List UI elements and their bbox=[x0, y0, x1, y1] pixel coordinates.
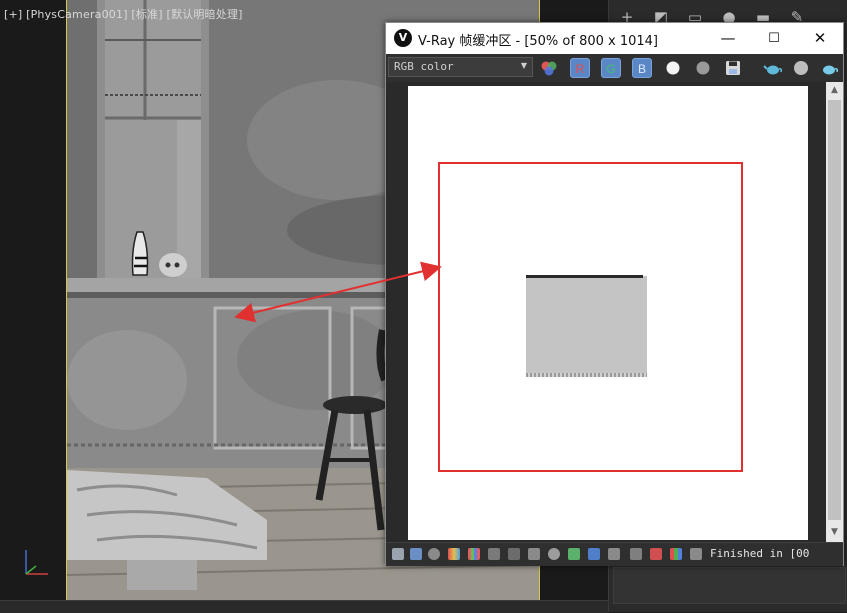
render-status: Finished in [00 bbox=[710, 547, 810, 560]
teapot-icon[interactable] bbox=[763, 58, 783, 78]
hdr-sphere-icon[interactable] bbox=[791, 58, 811, 78]
close-button[interactable]: ✕ bbox=[797, 23, 843, 54]
scroll-thumb[interactable] bbox=[828, 100, 841, 520]
color-balls-icon[interactable] bbox=[539, 58, 559, 78]
scroll-up-icon[interactable]: ▲ bbox=[826, 82, 843, 99]
lens-effects-icon[interactable] bbox=[548, 548, 560, 560]
color-correction-icon[interactable] bbox=[448, 548, 460, 560]
chevron-down-icon: ▼ bbox=[520, 61, 527, 70]
axis-gizmo bbox=[25, 550, 48, 575]
green-channel-button[interactable]: G bbox=[601, 58, 621, 78]
region-render-icon[interactable] bbox=[568, 548, 580, 560]
histogram-icon[interactable] bbox=[508, 548, 520, 560]
red-channel-button[interactable]: R bbox=[570, 58, 590, 78]
compare-icon[interactable] bbox=[608, 548, 620, 560]
lut-icon[interactable] bbox=[468, 548, 480, 560]
history-icon[interactable] bbox=[410, 548, 422, 560]
minimize-button[interactable]: — bbox=[705, 23, 751, 54]
grey-sphere-icon[interactable] bbox=[693, 58, 713, 78]
teapot-render-icon[interactable] bbox=[819, 58, 839, 78]
window-title: V-Ray 帧缓冲区 - [50% of 800 x 1014] bbox=[418, 34, 659, 49]
ab-split-icon[interactable] bbox=[650, 548, 662, 560]
vray-frame-buffer-window[interactable]: V V-Ray 帧缓冲区 - [50% of 800 x 1014] — ☐ ✕… bbox=[385, 22, 844, 566]
settings-icon[interactable] bbox=[690, 548, 702, 560]
viewport-label[interactable]: [+] [PhysCamera001] [标准] [默认明暗处理] bbox=[4, 6, 243, 22]
scroll-down-icon[interactable]: ▼ bbox=[826, 524, 843, 541]
info-icon[interactable] bbox=[428, 548, 440, 560]
save-icon[interactable] bbox=[723, 58, 743, 78]
track-mouse-icon[interactable] bbox=[588, 548, 600, 560]
maximize-button[interactable]: ☐ bbox=[751, 23, 797, 54]
channel-select-value: RGB color bbox=[394, 60, 454, 73]
channels-icon[interactable] bbox=[670, 548, 682, 560]
folder-icon[interactable] bbox=[392, 548, 404, 560]
rendered-region-edge bbox=[526, 275, 643, 278]
stamp-icon[interactable] bbox=[528, 548, 540, 560]
rendered-image bbox=[408, 86, 808, 540]
white-sphere-icon[interactable] bbox=[663, 58, 683, 78]
render-canvas-area[interactable] bbox=[386, 82, 826, 542]
vertical-scrollbar[interactable]: ▲ ▼ bbox=[826, 82, 843, 542]
rendered-region bbox=[526, 276, 647, 376]
horizontal-compare-icon[interactable] bbox=[630, 548, 642, 560]
vray-logo-icon: V bbox=[394, 29, 412, 47]
vfb-toolbar: RGB color ▼ R G B bbox=[386, 54, 843, 83]
rendered-region-noise bbox=[526, 373, 647, 377]
title-bar[interactable]: V V-Ray 帧缓冲区 - [50% of 800 x 1014] — ☐ ✕ bbox=[386, 23, 843, 54]
levels-icon[interactable] bbox=[488, 548, 500, 560]
vfb-statusbar: Finished in [00 bbox=[386, 542, 843, 566]
channel-select[interactable]: RGB color ▼ bbox=[388, 57, 533, 77]
status-strip bbox=[0, 600, 608, 613]
command-panel-section bbox=[613, 567, 846, 604]
blue-channel-button[interactable]: B bbox=[632, 58, 652, 78]
